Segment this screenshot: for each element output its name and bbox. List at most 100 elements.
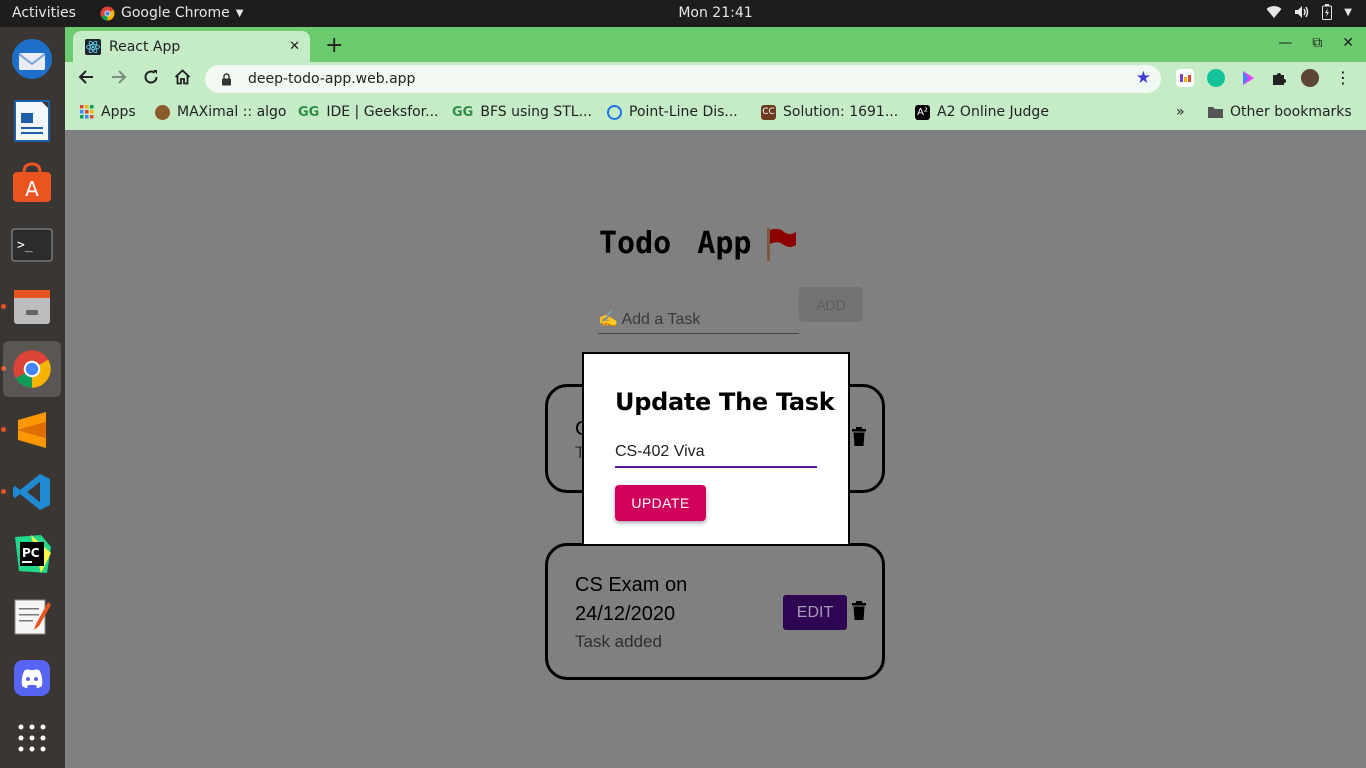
files-icon [14, 290, 50, 324]
forward-button[interactable] [111, 69, 127, 90]
bookmark-bfs-stl[interactable]: GG BFS using STL... [452, 104, 592, 120]
update-task-input-value: CS-402 Viva [615, 443, 705, 460]
chrome-icon [13, 350, 51, 388]
play-icon [1243, 71, 1254, 85]
bookmark-maximal[interactable]: MAXimal :: algo [155, 104, 287, 120]
bookmarks-bar: Apps MAXimal :: algo GG IDE | Geeksfor..… [65, 96, 1366, 130]
tab-strip: React App ✕ + — ⧉ ✕ [65, 27, 1366, 62]
dock-files[interactable] [3, 279, 61, 335]
bookmark-apps[interactable]: Apps [80, 104, 136, 120]
tab-react-app[interactable]: React App ✕ [73, 31, 310, 62]
reload-icon [144, 70, 158, 84]
battery-icon [1322, 4, 1333, 20]
home-icon [174, 69, 191, 85]
add-task-placeholder: ✍ Add a Task [598, 311, 701, 328]
back-arrow-icon [78, 70, 93, 84]
modal-title: Update The Task [615, 388, 835, 416]
extension-icon[interactable] [1176, 69, 1194, 87]
page-title: Todo App [599, 226, 752, 261]
dock-software-center[interactable]: A [3, 155, 61, 211]
activities-button[interactable]: Activities [12, 5, 76, 21]
delete-trash-icon[interactable] [852, 427, 866, 446]
bookmark-star-icon[interactable]: ★ [1136, 68, 1151, 88]
dock-pycharm[interactable]: PC [3, 526, 61, 582]
dock: A >_ PC [0, 27, 65, 768]
dock-thunderbird[interactable] [3, 31, 61, 87]
bookmark-solution[interactable]: CC Solution: 1691... [761, 104, 898, 120]
geeksforgeeks-icon: GG [298, 104, 320, 120]
update-button[interactable]: UPDATE [615, 485, 706, 521]
codechef-icon: CC [761, 104, 776, 120]
system-tray[interactable]: ▼ [1266, 4, 1352, 20]
apps-grid-icon [80, 105, 94, 119]
thunderbird-icon [12, 39, 52, 79]
document-icon [14, 100, 50, 142]
globe-icon [607, 104, 622, 120]
a2-icon: A² [915, 104, 930, 120]
extension-icon[interactable] [1239, 69, 1257, 87]
dock-vscode[interactable] [3, 464, 61, 520]
edit-task-button[interactable]: EDIT [783, 595, 847, 630]
close-window-icon[interactable]: ✕ [1342, 35, 1354, 51]
chevron-double-right-icon: » [1176, 104, 1185, 120]
extensions-puzzle-icon[interactable] [1270, 69, 1288, 87]
close-tab-icon[interactable]: ✕ [289, 39, 300, 54]
sublime-text-icon [18, 412, 46, 448]
grid-icon [18, 724, 46, 752]
add-task-button[interactable]: ADD [799, 287, 863, 322]
reload-button[interactable] [143, 69, 159, 90]
app-menu[interactable]: Google Chrome ▼ [100, 5, 243, 21]
grammarly-icon[interactable] [1207, 69, 1225, 87]
dock-text-editor[interactable] [3, 588, 61, 644]
bookmark-label: Point-Line Dis... [629, 104, 738, 120]
dock-discord[interactable] [3, 650, 61, 706]
system-top-bar: Activities Google Chrome ▼ Mon 21:41 ▼ [0, 0, 1366, 27]
dock-writer[interactable] [3, 93, 61, 149]
page-content: Todo App ✍ Add a Task ADD C T CS Exam on… [65, 130, 1366, 768]
task-text: CS Exam on 24/12/2020 [575, 574, 688, 625]
bookmark-point-line[interactable]: Point-Line Dis... [607, 104, 738, 120]
bookmark-label: BFS using STL... [480, 104, 592, 120]
dock-sublime[interactable] [3, 402, 61, 458]
bookmark-label: MAXimal :: algo [177, 104, 287, 120]
more-bookmarks-button[interactable]: » [1176, 104, 1185, 120]
wifi-icon [1266, 6, 1282, 19]
vscode-icon [13, 474, 50, 510]
store-icon: A [13, 162, 51, 202]
dock-terminal[interactable]: >_ [3, 217, 61, 273]
react-icon [85, 38, 101, 55]
text-editor-icon [14, 599, 51, 635]
task-card: CS Exam on 24/12/2020 Task added EDIT [545, 543, 885, 680]
profile-avatar[interactable] [1301, 69, 1319, 87]
browser-toolbar: deep-todo-app.web.app ★ ⋮ [65, 62, 1366, 96]
svg-text:A: A [25, 177, 39, 201]
volume-icon [1295, 6, 1309, 18]
add-task-input[interactable]: ✍ Add a Task [598, 305, 799, 334]
update-task-input[interactable]: CS-402 Viva [615, 438, 817, 468]
terminal-icon: >_ [11, 228, 53, 262]
forward-arrow-icon [112, 70, 127, 84]
home-button[interactable] [174, 69, 191, 90]
bar-chart-icon [1180, 74, 1191, 82]
new-tab-button[interactable]: + [325, 33, 343, 58]
back-button[interactable] [78, 69, 94, 90]
show-applications-button[interactable] [3, 710, 61, 766]
dock-chrome[interactable] [3, 341, 61, 397]
chrome-icon [100, 5, 115, 21]
bookmark-geeksforgeeks-ide[interactable]: GG IDE | Geeksfor... [298, 104, 439, 120]
chevron-down-icon: ▼ [235, 7, 244, 19]
pycharm-icon: PC [15, 535, 51, 573]
bookmark-label: Apps [101, 104, 136, 120]
other-bookmarks-folder[interactable]: Other bookmarks [1208, 104, 1352, 120]
bookmark-a2-online-judge[interactable]: A² A2 Online Judge [915, 104, 1049, 120]
url-text: deep-todo-app.web.app [248, 71, 416, 87]
address-bar[interactable]: deep-todo-app.web.app ★ [205, 65, 1161, 93]
update-task-modal: Update The Task CS-402 Viva UPDATE [582, 352, 850, 546]
bookmark-label: IDE | Geeksfor... [326, 104, 439, 120]
restore-icon[interactable]: ⧉ [1312, 35, 1322, 51]
minimize-icon[interactable]: — [1278, 35, 1292, 51]
window-controls: — ⧉ ✕ [1278, 35, 1354, 51]
folder-icon [1208, 107, 1223, 118]
menu-kebab-icon[interactable]: ⋮ [1335, 69, 1353, 87]
delete-trash-icon[interactable] [852, 601, 866, 620]
